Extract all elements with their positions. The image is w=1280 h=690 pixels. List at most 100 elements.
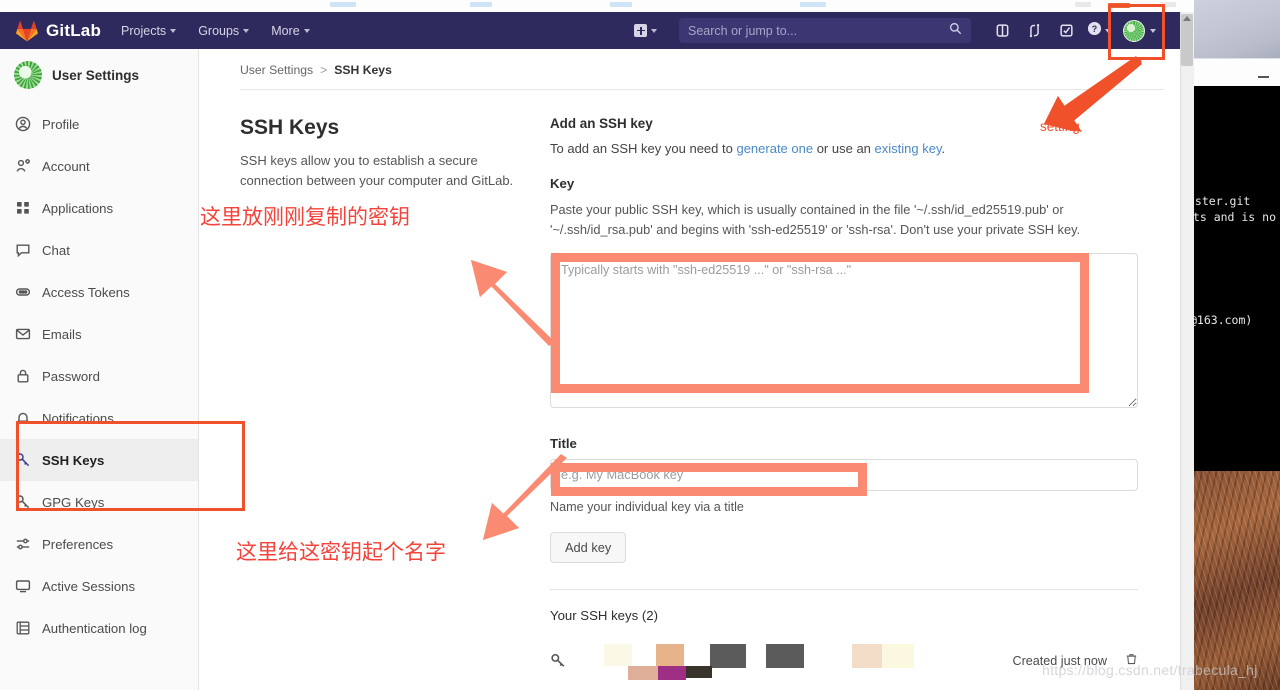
- sidebar-item-label: Emails: [42, 326, 82, 342]
- sidebar-item-label: Active Sessions: [42, 578, 136, 594]
- breadcrumb-separator: >: [320, 63, 328, 77]
- scrollbar-thumb[interactable]: [1181, 14, 1193, 66]
- sidebar-item-applications[interactable]: Applications: [0, 187, 198, 229]
- terminal-line-3: @163.com): [1194, 313, 1253, 327]
- todos-icon[interactable]: [1051, 14, 1081, 48]
- plus-square-icon: [634, 24, 647, 37]
- key-field-label: Key: [550, 176, 575, 191]
- envelope-icon: [14, 326, 31, 343]
- navbar-right-group: ?: [628, 14, 1172, 48]
- sidebar-item-label: Access Tokens: [42, 284, 130, 300]
- search-icon: [949, 22, 962, 40]
- nav-link-projects-label: Projects: [121, 23, 167, 38]
- page-title: SSH Keys: [240, 116, 340, 139]
- chevron-down-icon: [303, 28, 310, 33]
- key-icon: [550, 652, 572, 669]
- sidebar-item-label: Profile: [42, 116, 80, 132]
- sidebar-item-emails[interactable]: Emails: [0, 313, 198, 355]
- issues-icon[interactable]: [987, 14, 1017, 48]
- lock-icon: [14, 368, 31, 385]
- annotation-box-avatar: [1108, 4, 1165, 60]
- form-subtext: To add an SSH key you need to generate o…: [550, 141, 1164, 156]
- svg-text:?: ?: [1092, 23, 1097, 33]
- keys-list-divider: [550, 588, 1138, 590]
- nav-link-projects[interactable]: Projects: [119, 20, 178, 42]
- page-description: SSH keys allow you to establish a secure…: [240, 153, 514, 189]
- nav-link-groups-label: Groups: [198, 23, 240, 38]
- annotation-text-setting: setting: [1040, 119, 1080, 134]
- annotation-text-key: 这里放刚刚复制的密钥: [200, 205, 410, 229]
- sidebar-item-account[interactable]: Account: [0, 145, 198, 187]
- title-field-label: Title: [550, 435, 577, 451]
- add-key-button[interactable]: Add key: [550, 531, 627, 563]
- settings-sidebar: User Settings Profile Account Applicatio…: [0, 49, 199, 690]
- sliders-icon: [14, 536, 31, 553]
- sidebar-item-access-tokens[interactable]: Access Tokens: [0, 271, 198, 313]
- gitlab-logo-link[interactable]: GitLab: [16, 20, 101, 42]
- annotation-box-key-textarea: [551, 253, 1089, 393]
- annotation-text-title: 这里给这密钥起个名字: [236, 540, 446, 564]
- help-icon: ?: [1087, 21, 1102, 41]
- existing-key-link[interactable]: existing key: [875, 141, 942, 156]
- log-grid-icon: [14, 620, 31, 637]
- annotation-box-title-input: [551, 463, 867, 496]
- token-icon: [14, 284, 31, 301]
- page-scrollbar[interactable]: [1180, 12, 1194, 690]
- terminal-line-1: aster.git: [1194, 194, 1251, 208]
- sidebar-item-chat[interactable]: Chat: [0, 229, 198, 271]
- chat-bubble-icon: [14, 242, 31, 259]
- background-terminal-window: aster.git sts and is no @163.com): [1194, 86, 1280, 471]
- background-window-titlebar: [1194, 58, 1280, 86]
- breadcrumb-current[interactable]: SSH Keys: [334, 63, 392, 77]
- search-input[interactable]: [688, 23, 949, 38]
- title-field-hint: Name your individual key via a title: [550, 499, 744, 514]
- generate-one-link[interactable]: generate one: [736, 141, 813, 156]
- scroll-up-arrow-icon[interactable]: [1183, 16, 1191, 21]
- top-navbar: GitLab Projects Groups More Search or ju…: [0, 12, 1180, 49]
- sidebar-avatar: [14, 61, 42, 89]
- sidebar-item-label: Authentication log: [42, 620, 147, 636]
- brand-name: GitLab: [46, 20, 102, 40]
- search-box[interactable]: [679, 18, 971, 43]
- nav-link-more[interactable]: More: [269, 20, 311, 42]
- watermark: https://blog.csdn.net/trabecula_hj: [1042, 662, 1258, 678]
- breadcrumb: User Settings > SSH Keys: [199, 49, 1180, 89]
- chevron-down-icon: [243, 28, 250, 33]
- form-subtext-middle: or use an: [813, 141, 875, 156]
- breadcrumb-root[interactable]: User Settings: [240, 63, 313, 77]
- chevron-down-icon: [170, 28, 177, 33]
- background-photo-hair: [1194, 471, 1280, 690]
- chevron-down-icon: [651, 28, 657, 33]
- sidebar-item-label: Account: [42, 158, 90, 174]
- form-subtext-suffix: .: [941, 141, 946, 156]
- minimize-icon[interactable]: [1258, 76, 1269, 78]
- sidebar-item-preferences[interactable]: Preferences: [0, 523, 198, 565]
- sidebar-item-active-sessions[interactable]: Active Sessions: [0, 565, 198, 607]
- redacted-key-title: [604, 643, 914, 680]
- terminal-line-2: sts and is no: [1194, 210, 1277, 224]
- sidebar-item-label: Preferences: [42, 536, 114, 552]
- nav-link-more-label: More: [271, 23, 300, 38]
- applications-grid-icon: [14, 200, 31, 217]
- new-item-button[interactable]: [628, 24, 663, 37]
- sidebar-item-password[interactable]: Password: [0, 355, 198, 397]
- background-window-top: [1194, 0, 1280, 58]
- sidebar-item-profile[interactable]: Profile: [0, 103, 198, 145]
- monitor-icon: [14, 578, 31, 595]
- merge-requests-icon[interactable]: [1019, 14, 1049, 48]
- sidebar-item-label: Applications: [42, 200, 114, 216]
- sidebar-item-label: Password: [42, 368, 100, 384]
- nav-links: Projects Groups More: [119, 20, 312, 42]
- sidebar-item-authentication-log[interactable]: Authentication log: [0, 607, 198, 649]
- account-gear-icon: [14, 158, 31, 175]
- sidebar-item-label: Chat: [42, 242, 70, 258]
- sidebar-header-user-settings[interactable]: User Settings: [0, 49, 198, 103]
- sidebar-title: User Settings: [52, 67, 140, 83]
- key-field-help: Paste your public SSH key, which is usua…: [550, 202, 1081, 237]
- add-ssh-key-form: Add an SSH key To add an SSH key you nee…: [550, 116, 1164, 683]
- annotation-box-sidebar-ssh: [16, 421, 245, 511]
- user-circle-icon: [14, 116, 31, 133]
- browser-chrome-sliver: [0, 0, 1280, 12]
- nav-link-groups[interactable]: Groups: [196, 20, 251, 42]
- form-subtext-prefix: To add an SSH key you need to: [550, 141, 737, 156]
